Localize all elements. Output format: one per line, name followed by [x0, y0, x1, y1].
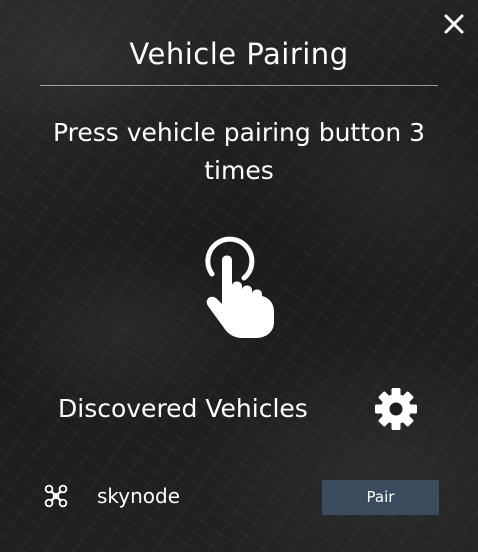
title-divider: [40, 85, 438, 86]
vehicle-pairing-dialog: Vehicle Pairing Press vehicle pairing bu…: [0, 0, 478, 552]
vehicle-name: skynode: [97, 484, 181, 508]
close-icon[interactable]: [440, 10, 468, 38]
discovered-vehicles-label: Discovered Vehicles: [58, 394, 308, 423]
gear-icon[interactable]: [373, 386, 419, 432]
drone-icon: [44, 484, 68, 508]
pairing-instruction: Press vehicle pairing button 3 times: [52, 118, 426, 185]
vehicle-row: skynode Pair: [0, 476, 478, 516]
pair-button[interactable]: Pair: [322, 480, 439, 515]
dialog-title: Vehicle Pairing: [129, 37, 349, 71]
tap-hand-icon: [205, 236, 274, 338]
